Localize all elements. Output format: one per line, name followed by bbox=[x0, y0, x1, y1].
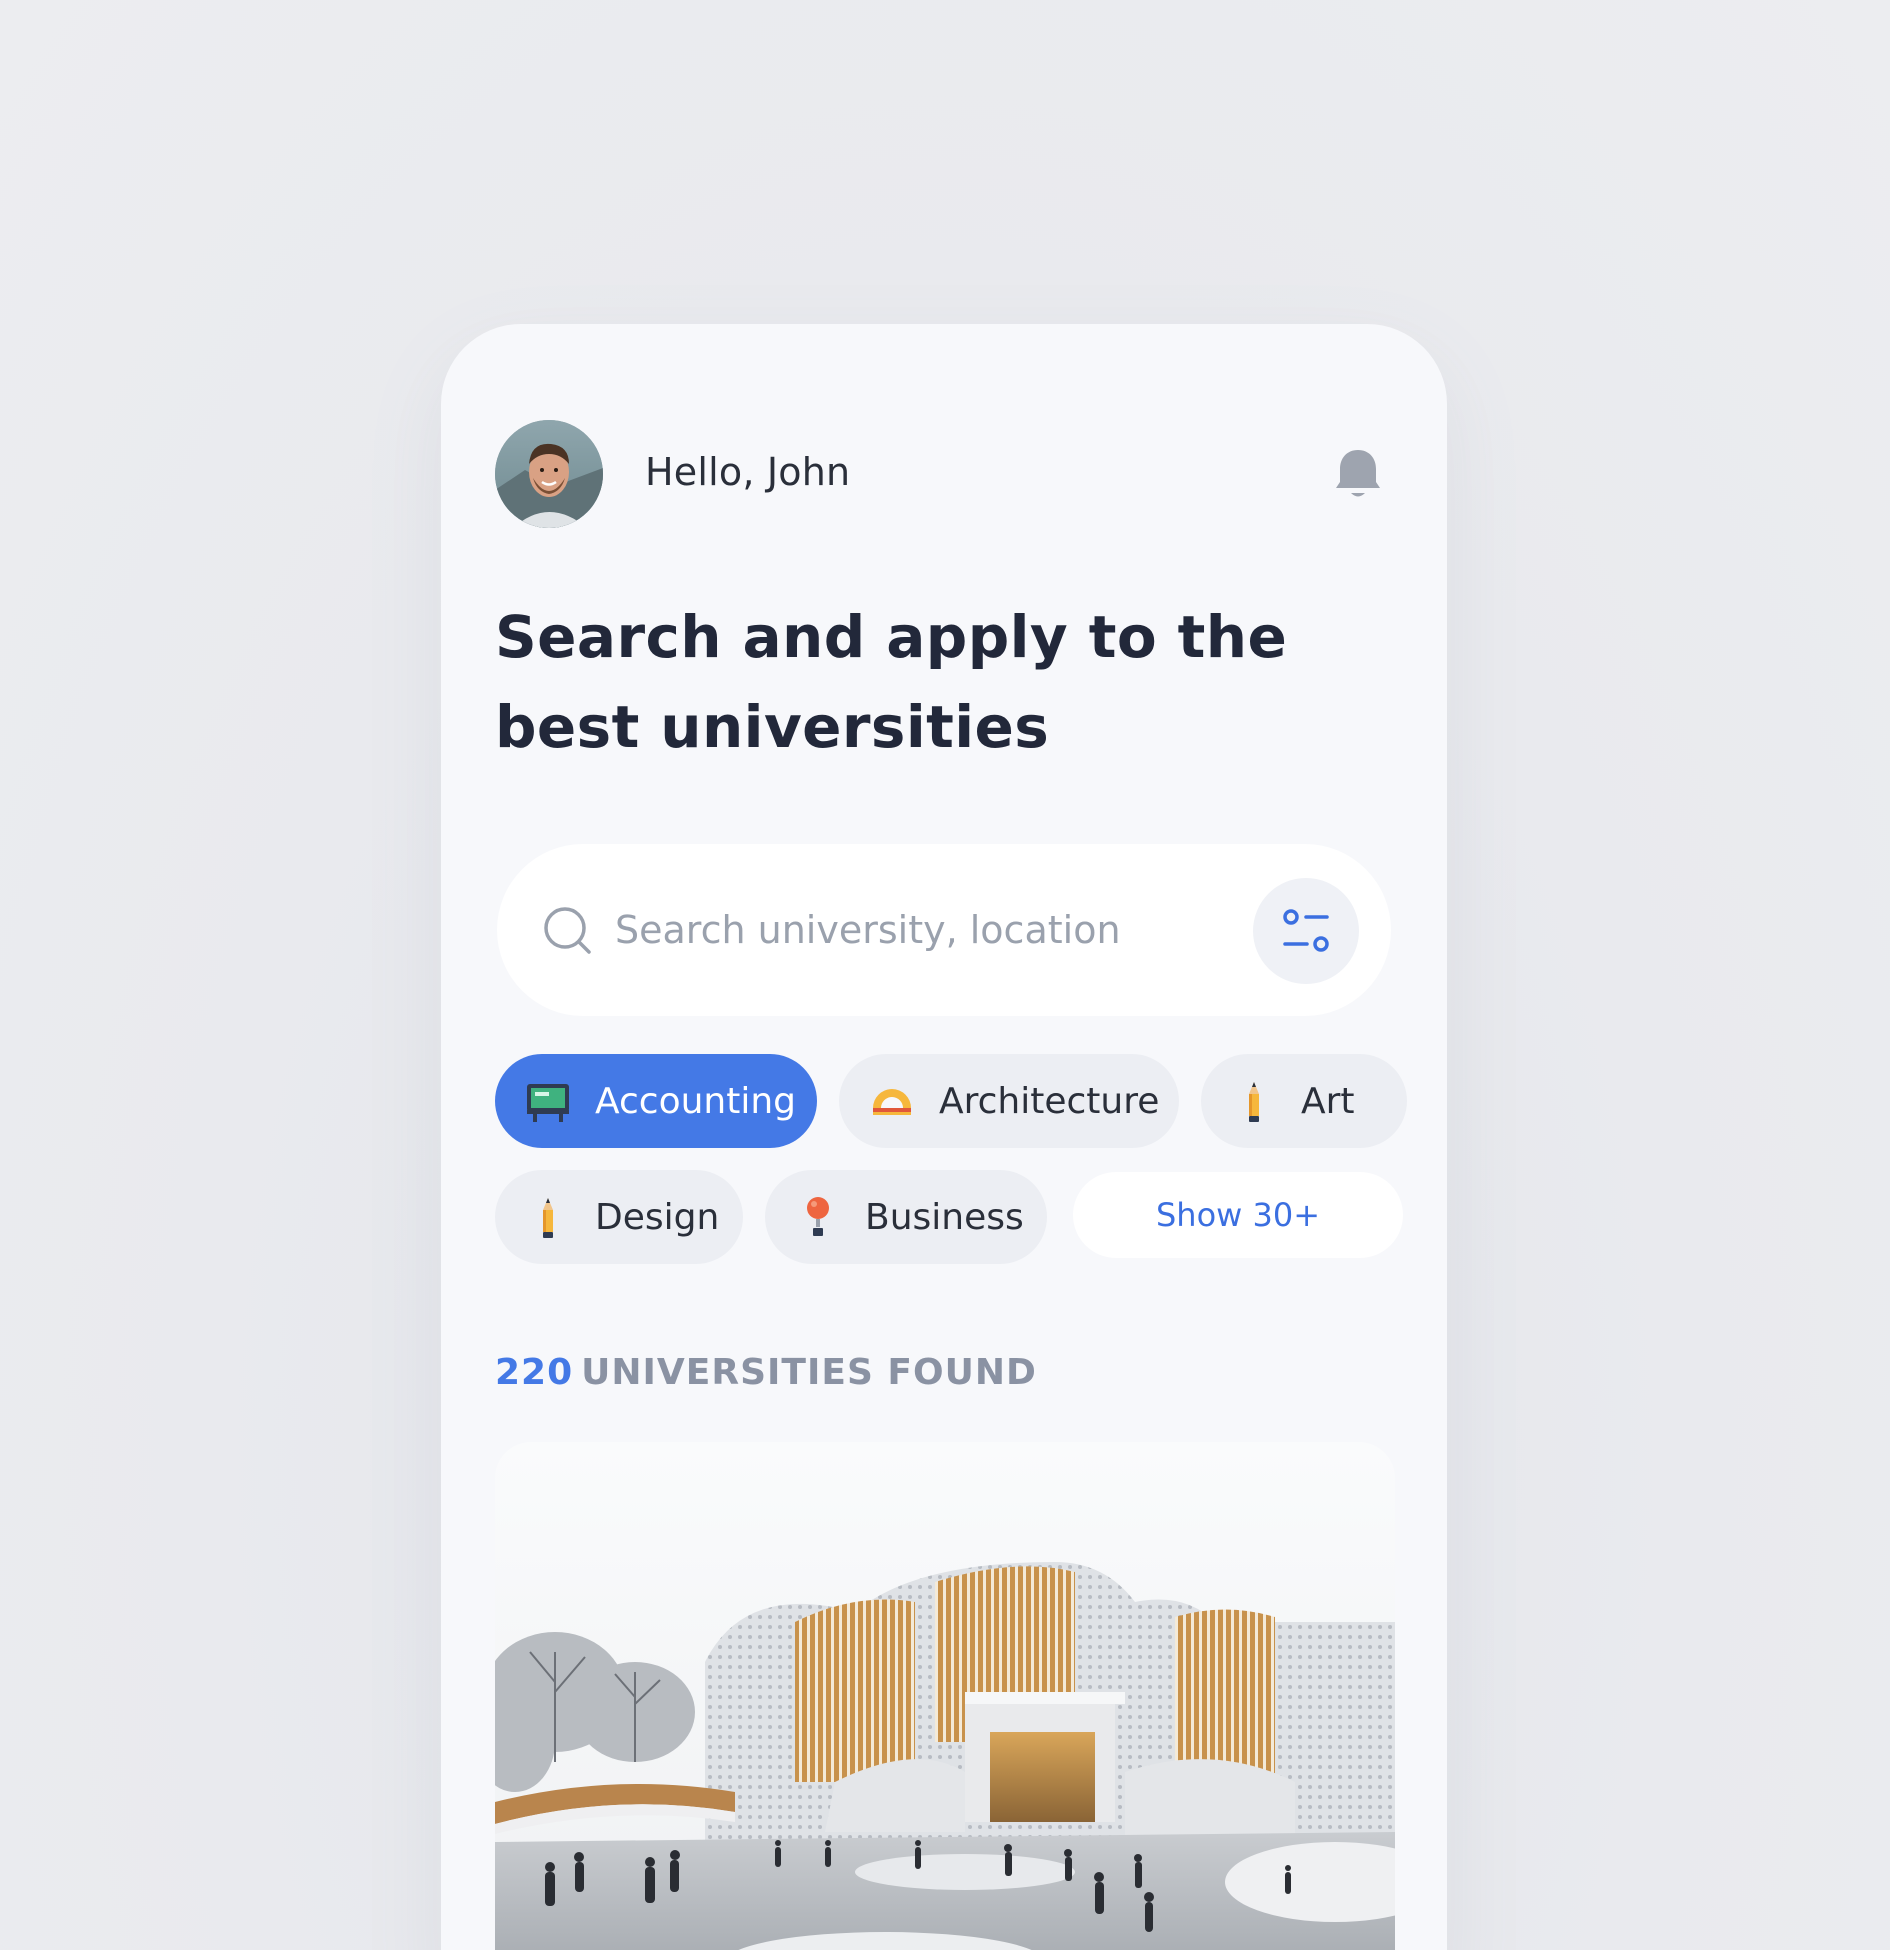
pin-icon bbox=[807, 1197, 829, 1236]
category-label: Design bbox=[595, 1196, 720, 1238]
category-chip-architecture[interactable]: Architecture bbox=[839, 1054, 1179, 1148]
category-label: Business bbox=[865, 1196, 1024, 1238]
category-chip-design[interactable]: Design bbox=[495, 1170, 743, 1264]
category-chip-accounting[interactable]: Accounting bbox=[495, 1054, 817, 1148]
university-building-image bbox=[495, 1442, 1395, 1950]
university-card-image[interactable] bbox=[495, 1442, 1395, 1950]
show-more-button[interactable]: Show 30+ bbox=[1073, 1172, 1403, 1258]
chalkboard-icon bbox=[527, 1084, 569, 1122]
results-count-number: 220 bbox=[495, 1352, 574, 1393]
notification-bell-icon[interactable] bbox=[1333, 446, 1383, 502]
category-label: Accounting bbox=[595, 1080, 797, 1122]
category-label: Art bbox=[1301, 1080, 1355, 1122]
results-count: 220 UNIVERSITIES FOUND bbox=[495, 1352, 1037, 1393]
sliders-icon bbox=[1283, 909, 1329, 952]
greeting-text: Hello, John bbox=[645, 450, 851, 494]
category-label: Architecture bbox=[939, 1080, 1160, 1122]
pencil-icon bbox=[543, 1198, 553, 1238]
results-count-label: UNIVERSITIES FOUND bbox=[581, 1352, 1037, 1393]
category-chip-business[interactable]: Business bbox=[765, 1170, 1047, 1264]
phone-screen: Hello, John Search and apply to the best… bbox=[441, 324, 1447, 1950]
filter-button[interactable] bbox=[1253, 878, 1359, 984]
avatar[interactable] bbox=[495, 420, 603, 528]
search-icon bbox=[544, 907, 591, 954]
pencil-icon bbox=[1249, 1082, 1259, 1122]
protractor-icon bbox=[873, 1089, 911, 1115]
avatar-photo bbox=[495, 420, 603, 528]
category-chip-art[interactable]: Art bbox=[1201, 1054, 1407, 1148]
search-bar bbox=[497, 844, 1391, 1016]
page-title: Search and apply to the best universitie… bbox=[495, 603, 1288, 761]
search-input[interactable] bbox=[615, 896, 1215, 964]
screen-background: Hello, John Search and apply to the best… bbox=[0, 0, 1890, 1950]
header: Hello, John bbox=[495, 420, 1395, 530]
